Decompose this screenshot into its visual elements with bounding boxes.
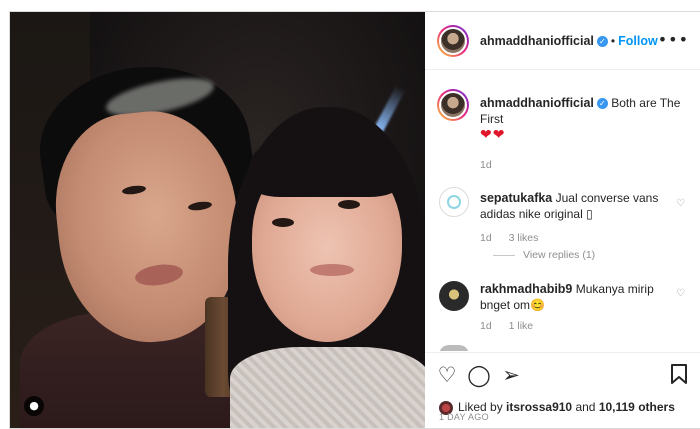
- comment-likes[interactable]: 3 likes: [509, 232, 539, 244]
- likes-count[interactable]: 10,119 others: [599, 400, 675, 414]
- user-tag-icon[interactable]: ●: [24, 396, 44, 416]
- comment-username[interactable]: rakhmadhabib9: [480, 282, 572, 296]
- bookmark-icon[interactable]: [667, 363, 691, 387]
- caption-avatar[interactable]: [437, 89, 469, 121]
- smile-emoji: 😊: [530, 298, 545, 312]
- caption-age[interactable]: 1d: [480, 159, 492, 171]
- post-timestamp[interactable]: 1 DAY AGO: [439, 412, 489, 422]
- post-header: ahmaddhaniofficial ✓ • Follow •••: [425, 12, 700, 70]
- comment-meta: 1d 1 like: [480, 320, 533, 332]
- instagram-post: ● ahmaddhaniofficial ✓ • Follow ••• ahmaddh…: [9, 11, 700, 429]
- author-avatar[interactable]: [437, 25, 469, 57]
- caption-username[interactable]: ahmaddhaniofficial: [480, 96, 594, 110]
- comment-age[interactable]: 1d: [480, 232, 492, 244]
- girl-bangs: [250, 132, 400, 197]
- verified-badge-icon: ✓: [596, 98, 608, 110]
- girl-left-eye: [272, 218, 294, 227]
- comments-list: ahmaddhaniofficial ✓ Both are The First ❤…: [425, 71, 700, 351]
- comment-avatar[interactable]: [439, 187, 469, 217]
- girl-dress: [230, 347, 425, 428]
- comment-meta: 1d 3 likes: [480, 232, 538, 244]
- girl-right-eye: [338, 200, 360, 209]
- comment-like-heart-icon[interactable]: ♡: [676, 198, 685, 209]
- comment-likes[interactable]: 1 like: [509, 320, 534, 332]
- heart-emoji: ❤❤: [480, 127, 506, 143]
- caption-text-block: ahmaddhaniofficial ✓ Both are The First ❤…: [480, 95, 685, 143]
- bookmark-shape: [671, 364, 687, 384]
- comment-text-block: rakhmadhabib9 Mukanya mirip bnget om😊: [480, 281, 675, 313]
- post-side-panel: ahmaddhaniofficial ✓ • Follow ••• ahmaddhan…: [425, 12, 700, 428]
- verified-badge-icon: ✓: [596, 36, 608, 48]
- post-photo[interactable]: ●: [10, 12, 425, 428]
- author-line: ahmaddhaniofficial ✓ • Follow: [480, 34, 658, 48]
- view-replies-link[interactable]: View replies (1): [493, 249, 595, 261]
- comment-avatar[interactable]: [439, 281, 469, 311]
- liker-username[interactable]: itsrossa910: [506, 400, 572, 414]
- send-icon[interactable]: ➢: [499, 363, 523, 387]
- comment-like-heart-icon[interactable]: ♡: [676, 288, 685, 299]
- separator-dot: •: [610, 34, 616, 48]
- comment-username[interactable]: sepatukafka: [480, 191, 552, 205]
- liked-by-and: and: [575, 400, 596, 414]
- comment-age[interactable]: 1d: [480, 320, 492, 332]
- comment-text-block: sepatukafka Jual converse vans adidas ni…: [480, 190, 675, 222]
- comment-avatar[interactable]: [439, 345, 469, 351]
- heart-icon[interactable]: ♡: [435, 363, 459, 387]
- follow-button[interactable]: Follow: [618, 34, 658, 48]
- more-options-icon[interactable]: •••: [658, 30, 689, 49]
- author-username[interactable]: ahmaddhaniofficial: [480, 34, 594, 48]
- girl-mouth: [310, 264, 354, 276]
- comment-icon[interactable]: ◯: [467, 363, 491, 387]
